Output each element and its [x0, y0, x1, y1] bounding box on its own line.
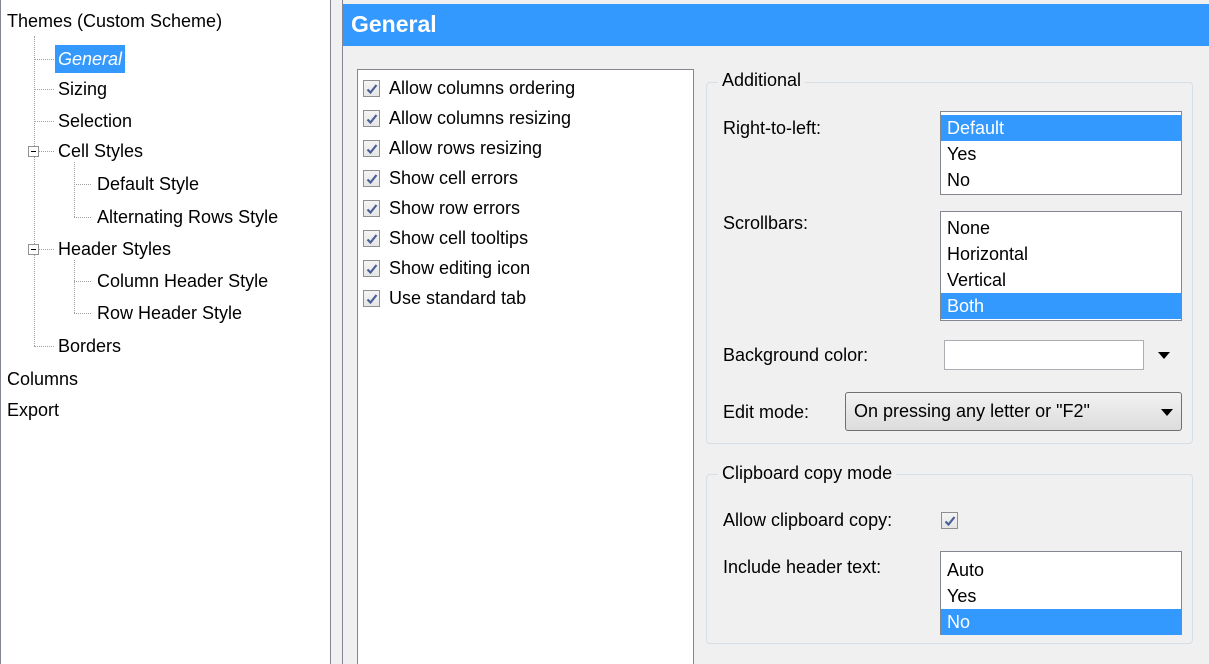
tree-connector — [74, 184, 91, 185]
chevron-down-icon — [1161, 409, 1173, 416]
tree-connector — [34, 121, 54, 122]
option-show-cell-errors[interactable]: Show cell errors — [363, 165, 518, 191]
include-header-text-label: Include header text: — [723, 557, 882, 577]
tree-connector — [39, 151, 54, 152]
option-label: Allow columns ordering — [389, 77, 576, 98]
tree-connector — [39, 249, 54, 250]
option-label: Use standard tab — [389, 287, 527, 308]
rtl-listbox[interactable]: Default Yes No — [940, 111, 1182, 195]
checkbox[interactable] — [363, 199, 380, 217]
checkbox[interactable] — [363, 109, 380, 127]
scrollbars-option-horizontal[interactable]: Horizontal — [941, 241, 1181, 267]
tree-connector — [74, 217, 91, 218]
page-title: General — [351, 11, 437, 37]
option-label: Allow rows resizing — [389, 137, 543, 158]
option-label: Show row errors — [389, 197, 521, 218]
checkbox[interactable] — [363, 289, 380, 307]
scrollbars-option-vertical[interactable]: Vertical — [941, 267, 1181, 293]
additional-group-title: Additional — [718, 70, 806, 91]
scrollbars-label: Scrollbars: — [723, 213, 809, 233]
header-text-option-yes[interactable]: Yes — [941, 583, 1181, 609]
tree-connector — [74, 281, 91, 282]
option-allow-rows-resizing[interactable]: Allow rows resizing — [363, 135, 542, 161]
option-allow-columns-ordering[interactable]: Allow columns ordering — [363, 75, 575, 101]
rtl-option-default[interactable]: Default — [941, 115, 1181, 141]
checkbox[interactable] — [363, 259, 380, 277]
checkbox[interactable] — [363, 139, 380, 157]
allow-clipboard-copy-checkbox[interactable] — [941, 512, 958, 529]
tree-item-columns[interactable]: Columns — [4, 365, 81, 393]
option-show-editing-icon[interactable]: Show editing icon — [363, 255, 530, 281]
tree-item-themes[interactable]: Themes (Custom Scheme) — [4, 7, 225, 35]
option-allow-columns-resizing[interactable]: Allow columns resizing — [363, 105, 571, 131]
edit-mode-label: Edit mode: — [723, 402, 810, 422]
header-text-option-auto[interactable]: Auto — [941, 557, 1181, 583]
background-color-label: Background color: — [723, 345, 869, 365]
background-color-dropdown-icon[interactable] — [1158, 352, 1170, 359]
collapse-header-styles-icon[interactable] — [28, 244, 39, 255]
option-show-cell-tooltips[interactable]: Show cell tooltips — [363, 225, 528, 251]
clipboard-group-title: Clipboard copy mode — [718, 463, 897, 484]
tree-connector — [74, 313, 91, 314]
tree-item-export[interactable]: Export — [4, 396, 62, 424]
option-use-standard-tab[interactable]: Use standard tab — [363, 285, 526, 311]
tree-connector — [74, 162, 75, 217]
checkbox[interactable] — [363, 79, 380, 97]
rtl-option-yes[interactable]: Yes — [941, 141, 1181, 167]
option-label: Show cell errors — [389, 167, 519, 188]
edit-mode-value: On pressing any letter or "F2" — [854, 401, 1090, 421]
option-show-row-errors[interactable]: Show row errors — [363, 195, 520, 221]
tree-item-row-header-style[interactable]: Row Header Style — [94, 299, 245, 327]
tree-item-default-style[interactable]: Default Style — [94, 170, 202, 198]
tree-item-header-styles[interactable]: Header Styles — [55, 235, 174, 263]
options-checklist[interactable]: Allow columns ordering Allow columns res… — [357, 69, 694, 664]
tree-connector — [34, 36, 35, 346]
option-label: Show cell tooltips — [389, 227, 529, 248]
tree-connector — [34, 346, 54, 347]
scrollbars-option-none[interactable]: None — [941, 215, 1181, 241]
tree-connector — [74, 260, 75, 313]
scrollbars-listbox[interactable]: None Horizontal Vertical Both — [940, 211, 1182, 321]
allow-clipboard-copy-label: Allow clipboard copy: — [723, 510, 893, 530]
collapse-cell-styles-icon[interactable] — [28, 146, 39, 157]
splitter[interactable] — [331, 0, 343, 664]
tree-item-column-header-style[interactable]: Column Header Style — [94, 267, 271, 295]
scrollbars-option-both[interactable]: Both — [941, 293, 1181, 319]
background-color-swatch[interactable] — [944, 340, 1144, 370]
option-label: Allow columns resizing — [389, 107, 572, 128]
tree-item-general[interactable]: General — [55, 45, 126, 73]
section-header: General — [343, 4, 1209, 46]
tree-item-sizing[interactable]: Sizing — [55, 75, 110, 103]
rtl-option-no[interactable]: No — [941, 167, 1181, 193]
tree-connector — [34, 59, 54, 60]
edit-mode-select[interactable]: On pressing any letter or "F2" — [845, 392, 1182, 431]
checkbox[interactable] — [363, 229, 380, 247]
checkbox[interactable] — [363, 169, 380, 187]
rtl-label: Right-to-left: — [723, 118, 822, 138]
tree-item-cell-styles[interactable]: Cell Styles — [55, 137, 146, 165]
tree-item-alternating-rows-style[interactable]: Alternating Rows Style — [94, 203, 281, 231]
header-text-option-no[interactable]: No — [941, 609, 1181, 635]
tree-item-borders[interactable]: Borders — [55, 332, 124, 360]
tree-item-selection[interactable]: Selection — [55, 107, 135, 135]
tree-connector — [34, 89, 54, 90]
include-header-text-listbox[interactable]: Auto Yes No — [940, 551, 1182, 635]
option-label: Show editing icon — [389, 257, 531, 278]
navigation-tree[interactable]: Themes (Custom Scheme) General Sizing Se… — [0, 0, 331, 664]
